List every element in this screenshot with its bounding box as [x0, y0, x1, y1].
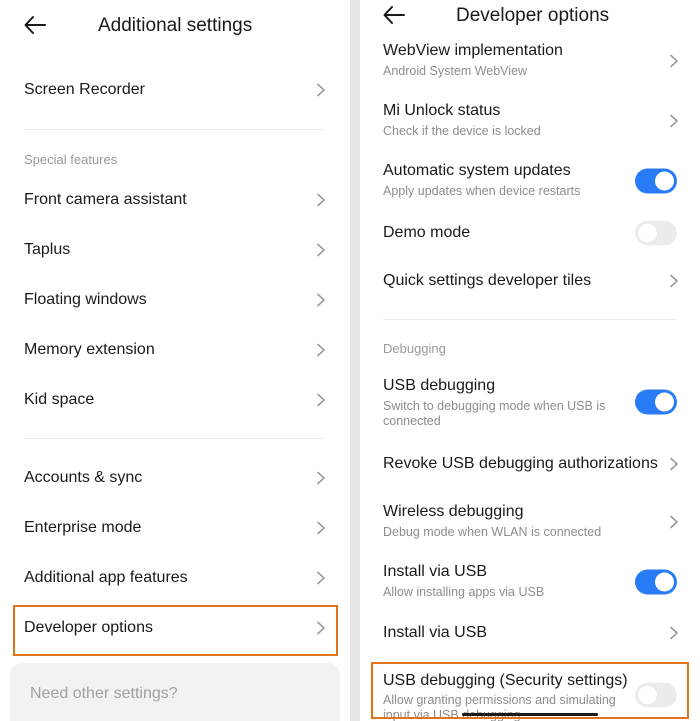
back-arrow-icon[interactable] — [24, 15, 46, 35]
dev-item-label: Quick settings developer tiles — [383, 272, 592, 289]
dev-item-label: WebView implementation — [383, 42, 563, 59]
dev-item-subtitle: Check if the device is locked — [383, 124, 541, 138]
dev-item-quick-settings-tiles[interactable]: Quick settings developer tiles — [383, 258, 683, 304]
settings-item-additional-app-features[interactable]: Additional app features — [24, 555, 330, 601]
dev-item-label: USB debugging — [383, 377, 496, 394]
home-indicator — [462, 713, 598, 716]
chevron-right-icon — [669, 457, 679, 471]
chevron-right-icon — [669, 274, 679, 288]
usb-debugging-security-toggle[interactable] — [635, 682, 677, 708]
search-card[interactable]: Need other settings? — [10, 663, 340, 721]
usb-debugging-toggle[interactable] — [635, 389, 677, 415]
dev-item-label: Revoke USB debugging authorizations — [383, 455, 658, 472]
settings-item-front-camera-assistant[interactable]: Front camera assistant — [24, 177, 330, 223]
toggle-knob — [638, 223, 657, 243]
settings-item-floating-windows[interactable]: Floating windows — [24, 277, 330, 323]
settings-item-memory-extension[interactable]: Memory extension — [24, 327, 330, 373]
chevron-right-icon — [316, 293, 326, 307]
settings-item-label: Additional app features — [24, 569, 188, 586]
chevron-right-icon — [316, 243, 326, 257]
settings-item-label: Enterprise mode — [24, 519, 142, 536]
dev-item-label: Demo mode — [383, 224, 471, 241]
dev-item-label: Mi Unlock status — [383, 102, 501, 119]
dev-item-webview-implementation[interactable]: WebView implementation Android System We… — [383, 38, 683, 84]
toggle-knob — [655, 171, 674, 191]
section-label-debugging: Debugging — [383, 341, 446, 356]
chevron-right-icon — [316, 621, 326, 635]
divider — [24, 438, 324, 439]
dev-item-label: USB debugging (Security settings) — [383, 672, 628, 689]
chevron-right-icon — [669, 54, 679, 68]
chevron-right-icon — [316, 571, 326, 585]
additional-settings-screen: Additional settings Screen Recorder Spec… — [0, 0, 350, 721]
toggle-knob — [638, 685, 657, 705]
dev-item-label: Install via USB — [383, 624, 488, 641]
dev-item-subtitle: Apply updates when device restarts — [383, 184, 581, 198]
demo-mode-toggle[interactable] — [635, 220, 677, 246]
settings-item-screen-recorder[interactable]: Screen Recorder — [24, 67, 330, 113]
automatic-system-updates-toggle[interactable] — [635, 168, 677, 194]
settings-item-label: Kid space — [24, 391, 95, 408]
search-placeholder: Need other settings? — [30, 685, 178, 702]
dev-item-demo-mode: Demo mode — [383, 210, 683, 256]
dev-item-revoke-usb-authorizations[interactable]: Revoke USB debugging authorizations — [383, 441, 683, 487]
settings-item-label: Developer options — [24, 619, 153, 636]
dev-item-subtitle: Allow installing apps via USB — [383, 585, 545, 599]
divider — [383, 319, 676, 320]
dev-item-usb-debugging: USB debugging Switch to debugging mode w… — [383, 373, 683, 431]
toggle-knob — [655, 572, 674, 592]
chevron-right-icon — [316, 193, 326, 207]
toggle-knob — [655, 392, 674, 412]
settings-item-label: Front camera assistant — [24, 191, 187, 208]
dev-item-install-via-usb-toggle-row: Install via USB Allow installing apps vi… — [383, 559, 683, 605]
chevron-right-icon — [316, 393, 326, 407]
page-title: Developer options — [456, 5, 610, 26]
section-label-special-features: Special features — [24, 152, 118, 167]
chevron-right-icon — [669, 114, 679, 128]
settings-item-label: Floating windows — [24, 291, 147, 308]
dev-item-install-via-usb[interactable]: Install via USB — [383, 610, 683, 656]
chevron-right-icon — [669, 626, 679, 640]
settings-item-kid-space[interactable]: Kid space — [24, 377, 330, 423]
dev-item-wireless-debugging[interactable]: Wireless debugging Debug mode when WLAN … — [383, 499, 683, 545]
chevron-right-icon — [316, 83, 326, 97]
chevron-right-icon — [316, 471, 326, 485]
chevron-right-icon — [669, 515, 679, 529]
settings-item-label: Screen Recorder — [24, 81, 145, 98]
settings-item-label: Memory extension — [24, 341, 155, 358]
back-arrow-icon[interactable] — [383, 5, 405, 25]
settings-item-developer-options[interactable]: Developer options — [24, 605, 330, 651]
page-title: Additional settings — [98, 15, 253, 36]
settings-item-label: Taplus — [24, 241, 71, 258]
dev-item-label: Install via USB — [383, 563, 488, 580]
dev-item-subtitle: Switch to debugging mode when USB is con… — [383, 399, 606, 428]
divider — [24, 129, 324, 130]
dev-item-subtitle: Android System WebView — [383, 64, 528, 78]
dev-item-subtitle: Debug mode when WLAN is connected — [383, 525, 602, 539]
settings-item-label: Accounts & sync — [24, 469, 143, 486]
settings-item-taplus[interactable]: Taplus — [24, 227, 330, 273]
settings-item-enterprise-mode[interactable]: Enterprise mode — [24, 505, 330, 551]
dev-item-automatic-system-updates: Automatic system updates Apply updates w… — [383, 158, 683, 204]
dev-item-label: Automatic system updates — [383, 162, 571, 179]
chevron-right-icon — [316, 343, 326, 357]
dev-item-label: Wireless debugging — [383, 503, 524, 520]
dev-item-mi-unlock-status[interactable]: Mi Unlock status Check if the device is … — [383, 98, 683, 144]
chevron-right-icon — [316, 521, 326, 535]
install-via-usb-toggle[interactable] — [635, 569, 677, 595]
dev-item-subtitle: Allow granting permissions and simulatin… — [383, 693, 616, 721]
settings-item-accounts-sync[interactable]: Accounts & sync — [24, 455, 330, 501]
